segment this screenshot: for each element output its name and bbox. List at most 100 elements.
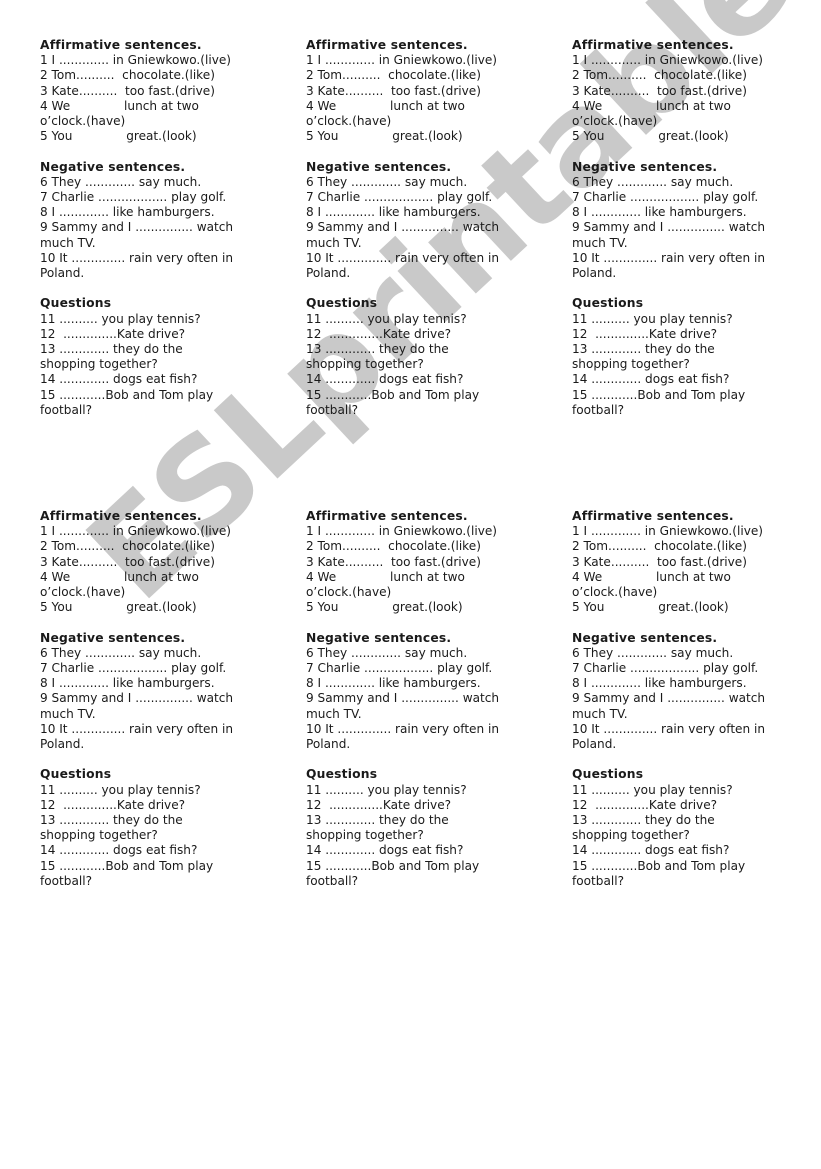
exercise-line: 10 It .............. rain very often in: [40, 721, 234, 736]
exercise-line: 7 Charlie .................. play golf.: [306, 661, 493, 676]
affirmative-section: Affirmative sentences. 1 I .............…: [40, 38, 272, 144]
exercise-line: 13 ............. they do the: [572, 813, 715, 828]
negative-heading: Negative sentences.: [40, 159, 186, 174]
affirmative-heading: Affirmative sentences.: [572, 509, 734, 523]
questions-heading: Questions: [40, 767, 112, 782]
negative-section: Negative sentences. 6 They .............…: [572, 160, 804, 282]
exercise-line: football?: [306, 402, 359, 417]
exercise-line: Poland.: [572, 737, 617, 752]
exercise-line: much TV.: [572, 235, 628, 250]
exercise-line: 5 You great.(look): [572, 600, 729, 615]
questions-heading: Questions: [306, 767, 378, 782]
affirmative-heading: Affirmative sentences.: [40, 509, 202, 523]
exercise-line: 14 ............. dogs eat fish?: [572, 372, 730, 387]
exercise-line: 14 ............. dogs eat fish?: [572, 843, 730, 858]
exercise-line: 5 You great.(look): [40, 600, 197, 615]
exercise-line: football?: [306, 873, 359, 888]
questions-section: Questions 11 .......... you play tennis?…: [40, 296, 272, 418]
exercise-line: 12 ..............Kate drive?: [40, 797, 186, 812]
negative-section: Negative sentences. 6 They .............…: [40, 160, 272, 282]
questions-section: Questions 11 .......... you play tennis?…: [306, 296, 538, 418]
exercise-line: much TV.: [306, 235, 362, 250]
exercise-line: 8 I ............. like hamburgers.: [306, 205, 481, 220]
negative-section: Negative sentences. 6 They .............…: [572, 631, 804, 753]
exercise-line: 12 ..............Kate drive?: [572, 326, 718, 341]
exercise-line: 11 .......... you play tennis?: [572, 311, 733, 326]
exercise-line: 11 .......... you play tennis?: [572, 782, 733, 797]
exercise-line: 1 I ............. in Gniewkowo.(live): [40, 53, 232, 68]
exercise-line: 1 I ............. in Gniewkowo.(live): [306, 524, 498, 539]
exercise-line: o’clock.(have): [306, 585, 392, 600]
exercise-line: o’clock.(have): [572, 114, 658, 129]
exercise-line: 4 We lunch at two: [572, 98, 731, 113]
exercise-line: 9 Sammy and I ............... watch: [572, 220, 766, 235]
exercise-line: 2 Tom.......... chocolate.(like): [572, 68, 747, 83]
negative-heading: Negative sentences.: [40, 630, 186, 645]
affirmative-heading: Affirmative sentences.: [306, 38, 468, 52]
exercise-line: 14 ............. dogs eat fish?: [306, 372, 464, 387]
exercise-line: 6 They ............. say much.: [572, 645, 734, 660]
exercise-line: much TV.: [40, 235, 96, 250]
negative-heading: Negative sentences.: [572, 630, 718, 645]
exercise-line: 12 ..............Kate drive?: [306, 797, 452, 812]
exercise-line: 10 It .............. rain very often in: [572, 250, 766, 265]
exercise-line: Poland.: [306, 737, 351, 752]
worksheet-card-bottom-right: Affirmative sentences. 1 I .............…: [572, 509, 804, 889]
exercise-line: 8 I ............. like hamburgers.: [306, 676, 481, 691]
questions-section: Questions 11 .......... you play tennis?…: [40, 767, 272, 889]
exercise-line: 6 They ............. say much.: [306, 174, 468, 189]
affirmative-section: Affirmative sentences. 1 I .............…: [306, 38, 538, 144]
exercise-line: 3 Kate.......... too fast.(drive): [306, 83, 481, 98]
exercise-line: 10 It .............. rain very often in: [40, 250, 234, 265]
exercise-line: 15 ............Bob and Tom play: [572, 858, 746, 873]
exercise-line: 8 I ............. like hamburgers.: [572, 676, 747, 691]
affirmative-section: Affirmative sentences. 1 I .............…: [40, 509, 272, 615]
exercise-line: 13 ............. they do the: [572, 342, 715, 357]
exercise-line: o’clock.(have): [40, 585, 126, 600]
exercise-line: 9 Sammy and I ............... watch: [40, 691, 234, 706]
exercise-line: 7 Charlie .................. play golf.: [40, 661, 227, 676]
negative-heading: Negative sentences.: [306, 159, 452, 174]
exercise-line: 12 ..............Kate drive?: [40, 326, 186, 341]
exercise-line: 4 We lunch at two: [572, 569, 731, 584]
exercise-line: 5 You great.(look): [40, 129, 197, 144]
exercise-line: 13 ............. they do the: [306, 342, 449, 357]
exercise-line: 1 I ............. in Gniewkowo.(live): [572, 53, 764, 68]
exercise-line: 11 .......... you play tennis?: [40, 782, 201, 797]
exercise-line: Poland.: [572, 266, 617, 281]
exercise-line: 3 Kate.......... too fast.(drive): [40, 554, 215, 569]
exercise-line: 9 Sammy and I ............... watch: [40, 220, 234, 235]
negative-section: Negative sentences. 6 They .............…: [306, 631, 538, 753]
negative-heading: Negative sentences.: [306, 630, 452, 645]
questions-section: Questions 11 .......... you play tennis?…: [572, 296, 804, 418]
exercise-line: 8 I ............. like hamburgers.: [572, 205, 747, 220]
worksheet-card-top-middle: Affirmative sentences. 1 I .............…: [306, 38, 538, 418]
exercise-line: 15 ............Bob and Tom play: [572, 387, 746, 402]
exercise-line: Poland.: [306, 266, 351, 281]
negative-section: Negative sentences. 6 They .............…: [306, 160, 538, 282]
exercise-line: 4 We lunch at two: [306, 98, 465, 113]
exercise-line: 5 You great.(look): [306, 600, 463, 615]
affirmative-section: Affirmative sentences. 1 I .............…: [306, 509, 538, 615]
affirmative-heading: Affirmative sentences.: [572, 38, 734, 52]
exercise-line: 9 Sammy and I ............... watch: [572, 691, 766, 706]
exercise-line: 2 Tom.......... chocolate.(like): [40, 539, 215, 554]
exercise-line: 2 Tom.......... chocolate.(like): [306, 68, 481, 83]
exercise-line: shopping together?: [572, 357, 690, 372]
questions-section: Questions 11 .......... you play tennis?…: [572, 767, 804, 889]
exercise-line: o’clock.(have): [40, 114, 126, 129]
exercise-line: football?: [40, 402, 93, 417]
exercise-line: 10 It .............. rain very often in: [306, 250, 500, 265]
exercise-line: 4 We lunch at two: [40, 98, 199, 113]
exercise-line: 15 ............Bob and Tom play: [306, 858, 480, 873]
exercise-line: 5 You great.(look): [572, 129, 729, 144]
exercise-line: 3 Kate.......... too fast.(drive): [572, 554, 747, 569]
questions-heading: Questions: [572, 296, 644, 311]
questions-section: Questions 11 .......... you play tennis?…: [306, 767, 538, 889]
exercise-line: 4 We lunch at two: [306, 569, 465, 584]
exercise-line: 13 ............. they do the: [306, 813, 449, 828]
exercise-line: 11 .......... you play tennis?: [40, 311, 201, 326]
exercise-line: 6 They ............. say much.: [40, 174, 202, 189]
exercise-line: 3 Kate.......... too fast.(drive): [306, 554, 481, 569]
exercise-line: 13 ............. they do the: [40, 342, 183, 357]
